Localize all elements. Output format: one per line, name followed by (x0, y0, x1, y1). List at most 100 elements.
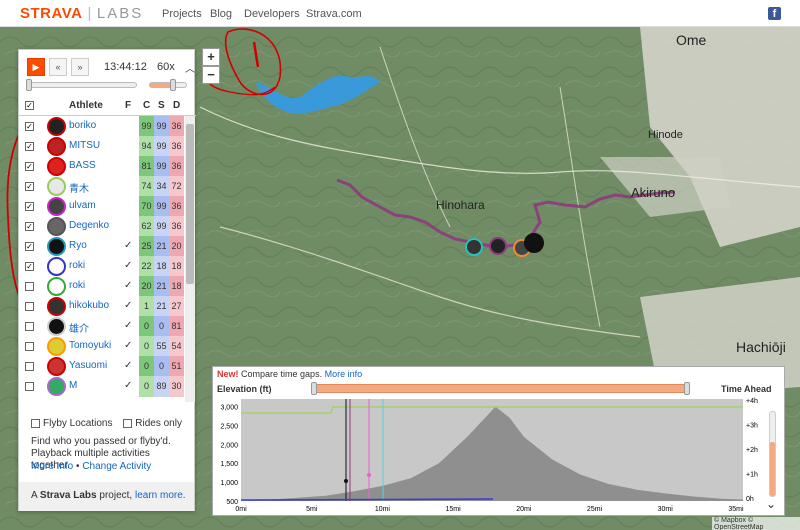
athlete-checkbox[interactable]: ✓ (25, 222, 34, 231)
athlete-name[interactable]: boriko (69, 120, 96, 131)
athlete-name[interactable]: roki (69, 280, 85, 291)
athlete-name[interactable]: ulvam (69, 200, 96, 211)
y-tick-label: 1,500 (220, 461, 238, 468)
flyby-locations-checkbox[interactable] (31, 418, 40, 428)
time-ahead-slider[interactable] (769, 411, 776, 497)
athlete-name[interactable]: hikokubo (69, 300, 109, 311)
zoom-out-button[interactable]: − (202, 66, 220, 84)
zoom-in-button[interactable]: + (202, 48, 220, 66)
speed-up-icon[interactable]: ︿ (185, 60, 195, 75)
facebook-icon[interactable]: f (768, 7, 781, 20)
athlete-name[interactable]: roki (69, 260, 85, 271)
athlete-row[interactable]: ✓ BASS 81 99 36 (19, 156, 185, 177)
rewind-icon[interactable]: « (49, 58, 67, 76)
range-handle-left[interactable] (311, 382, 317, 395)
athlete-name[interactable]: 雄介 (69, 320, 89, 335)
athlete-row[interactable]: ✓ roki ✓ 22 18 18 (19, 256, 185, 277)
athlete-checkbox[interactable] (25, 322, 34, 331)
header-athlete[interactable]: Athlete (69, 100, 103, 111)
athlete-row[interactable]: ✓ 青木 74 34 72 (19, 176, 185, 197)
header-s[interactable]: S (158, 100, 165, 111)
change-activity-link[interactable]: Change Activity (82, 461, 151, 472)
athlete-checkbox[interactable]: ✓ (25, 162, 34, 171)
cell-d: 36 (169, 116, 184, 137)
athlete-checkbox[interactable] (25, 302, 34, 311)
scrollbar-thumb[interactable] (186, 124, 194, 284)
athlete-row[interactable]: ✓ Ryo ✓ 25 21 20 (19, 236, 185, 257)
athlete-checkbox[interactable] (25, 282, 34, 291)
athlete-checkbox[interactable]: ✓ (25, 182, 34, 191)
nav-link-strava-com[interactable]: Strava.com (306, 8, 362, 20)
rides-only-checkbox[interactable] (123, 418, 133, 428)
range-handle-right[interactable] (684, 382, 690, 395)
athlete-name[interactable]: Degenko (69, 220, 109, 231)
header-d[interactable]: D (173, 100, 180, 111)
speed-slider[interactable] (149, 79, 187, 91)
athlete-name[interactable]: Ryo (69, 240, 87, 251)
nav-link-developers[interactable]: Developers (244, 8, 300, 20)
header-c[interactable]: C (143, 100, 150, 111)
timeline-slider-handle[interactable] (26, 79, 32, 91)
athlete-name[interactable]: M (69, 380, 77, 391)
athlete-checkbox[interactable]: ✓ (25, 142, 34, 151)
timeline-slider[interactable] (26, 79, 137, 91)
nav-link-projects[interactable]: Projects (162, 8, 202, 20)
right-tick-label: 0h (746, 496, 754, 503)
athlete-name[interactable]: MITSU (69, 140, 100, 151)
athlete-name[interactable]: Yasuomi (69, 360, 107, 371)
athlete-row[interactable]: ✓ ulvam 70 99 36 (19, 196, 185, 217)
athlete-list-scrollbar[interactable] (185, 116, 195, 402)
athlete-marker[interactable] (465, 238, 483, 256)
athlete-row[interactable]: hikokubo ✓ 1 21 27 (19, 296, 185, 317)
y-tick-label: 500 (226, 499, 238, 506)
athlete-checkbox[interactable]: ✓ (25, 122, 34, 131)
x-tick-label: 25mi (587, 506, 603, 513)
x-tick-label: 0mi (235, 506, 247, 513)
avatar (47, 217, 66, 236)
speed-slider-handle[interactable] (170, 79, 176, 91)
athlete-checkbox[interactable] (25, 362, 34, 371)
athlete-row[interactable]: ✓ boriko 99 99 36 (19, 116, 185, 137)
cell-c: 25 (139, 236, 154, 257)
athlete-checkbox[interactable]: ✓ (25, 262, 34, 271)
athlete-checkbox[interactable] (25, 382, 34, 391)
learn-more-link[interactable]: learn more. (135, 490, 186, 501)
athlete-row[interactable]: 雄介 ✓ 0 0 81 (19, 316, 185, 337)
athlete-marker[interactable] (524, 233, 544, 253)
athlete-row[interactable]: Tomoyuki ✓ 0 55 54 (19, 336, 185, 357)
athlete-row[interactable]: roki ✓ 20 21 18 (19, 276, 185, 297)
athlete-row[interactable]: M ✓ 0 89 30 (19, 376, 185, 397)
athlete-name[interactable]: Tomoyuki (69, 340, 111, 351)
header-f[interactable]: F (125, 100, 131, 111)
play-icon[interactable]: ▶ (27, 58, 45, 76)
athlete-row[interactable]: ✓ MITSU 94 99 36 (19, 136, 185, 157)
select-all-checkbox[interactable]: ✓ (25, 101, 34, 110)
athlete-name[interactable]: BASS (69, 160, 96, 171)
athlete-checkbox[interactable]: ✓ (25, 242, 34, 251)
cell-d: 30 (169, 376, 184, 397)
compare-more-info-link[interactable]: More info (325, 369, 363, 379)
athlete-checkbox[interactable]: ✓ (25, 202, 34, 211)
distance-range-slider[interactable] (311, 382, 690, 395)
more-info-link[interactable]: More Info (31, 461, 73, 472)
nav-link-blog[interactable]: Blog (210, 8, 232, 20)
athlete-checkbox[interactable] (25, 342, 34, 351)
avatar (47, 257, 66, 276)
map-attribution[interactable]: © Mapbox © OpenStreetMap (712, 517, 800, 530)
flyby-check: ✓ (124, 380, 133, 391)
elevation-chart[interactable]: 3,000 2,500 2,000 1,500 1,000 500 0mi 5mi 10mi 1… (213, 395, 784, 516)
cell-d: 36 (169, 136, 184, 157)
athlete-row[interactable]: ✓ Degenko 62 99 36 (19, 216, 185, 237)
flyby-check: ✓ (124, 340, 133, 351)
strava-labs-logo[interactable]: STRAVA | LABS (20, 5, 143, 22)
forward-icon[interactable]: » (71, 58, 89, 76)
athlete-name[interactable]: 青木 (69, 180, 89, 195)
athlete-point (344, 479, 348, 483)
avatar (47, 157, 66, 176)
cell-c: 81 (139, 156, 154, 177)
avatar (47, 357, 66, 376)
cell-d: 51 (169, 356, 184, 377)
scroll-down-icon[interactable]: ⌄ (766, 497, 776, 511)
athlete-marker[interactable] (489, 237, 507, 255)
athlete-row[interactable]: Yasuomi ✓ 0 0 51 (19, 356, 185, 377)
